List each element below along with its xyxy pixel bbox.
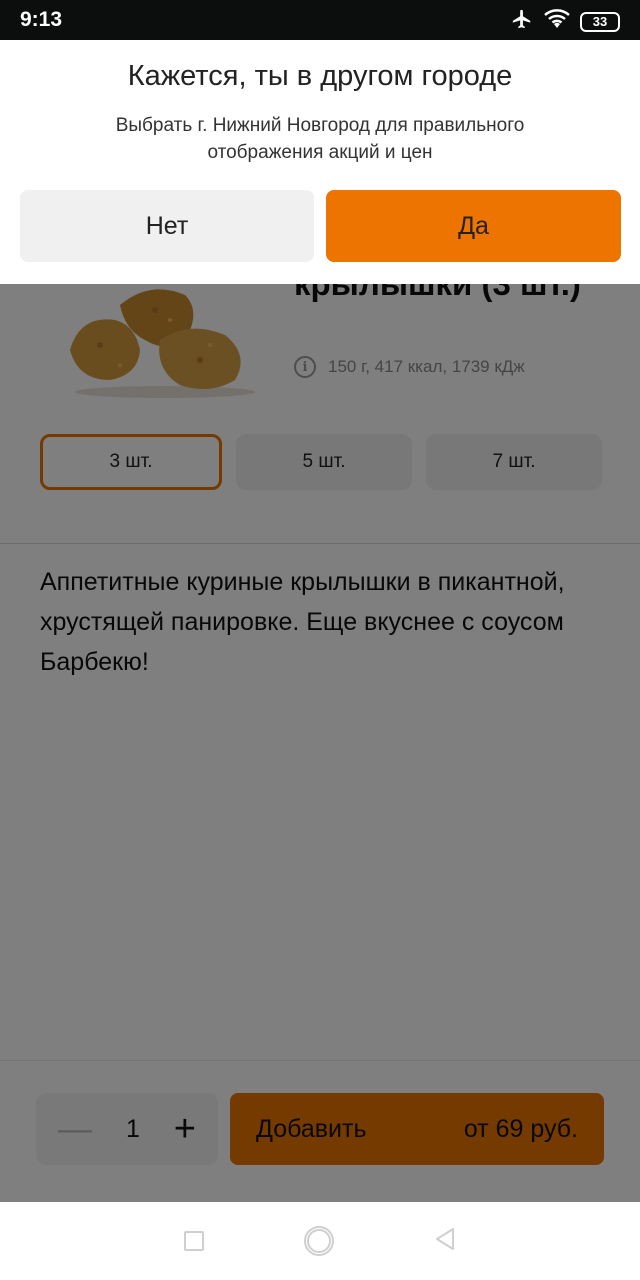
navigation-bar [0, 1202, 640, 1280]
airplane-icon [510, 8, 534, 35]
dialog-message: Выбрать г. Нижний Новгород для правильно… [115, 115, 525, 163]
recent-apps-icon[interactable] [184, 1231, 204, 1251]
back-icon[interactable] [434, 1227, 456, 1256]
wifi-icon [544, 8, 570, 35]
dialog-title: Кажется, ты в другом городе [127, 60, 513, 92]
battery-icon: 33 [580, 11, 620, 32]
status-icons: 33 [510, 8, 620, 35]
no-button[interactable]: Нет [20, 190, 314, 262]
status-time: 9:13 [20, 8, 63, 31]
city-dialog: Кажется, ты в другом городе Выбрать г. Н… [0, 40, 640, 284]
status-bar: 9:13 33 [0, 0, 640, 40]
yes-button[interactable]: Да [326, 190, 621, 262]
home-icon[interactable] [304, 1226, 334, 1256]
